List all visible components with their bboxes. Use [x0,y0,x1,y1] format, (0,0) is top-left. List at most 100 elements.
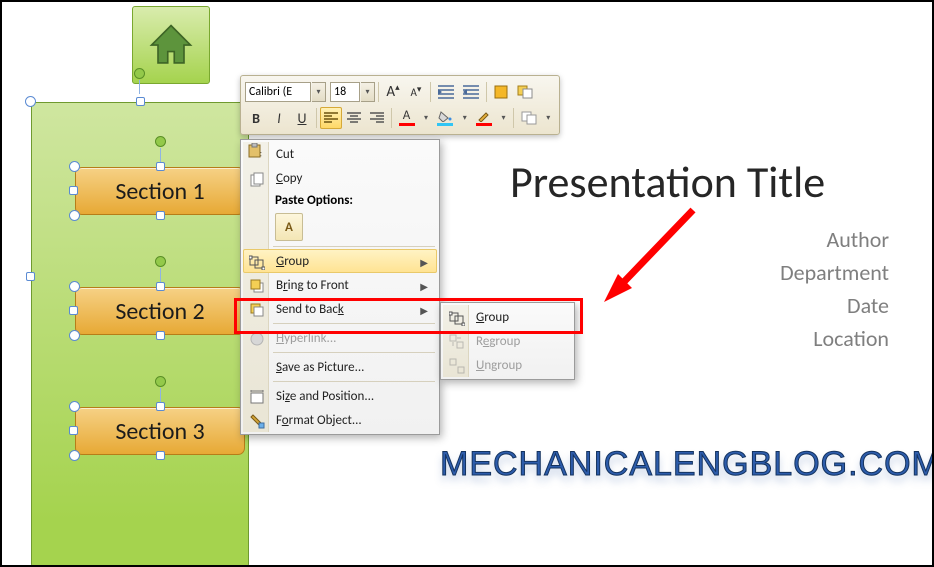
submenu-arrow-icon: ▶ [420,280,428,293]
separator [391,108,392,128]
menu-separator [273,352,435,353]
group-icon [248,253,266,271]
section-1-handle-s[interactable] [156,211,165,220]
annotation-arrow [598,198,708,308]
format-icon [248,412,266,430]
align-left-button[interactable] [320,107,342,129]
section-3-label: Section 3 [115,417,204,446]
hyperlink-icon [248,330,266,348]
arrange-split-button[interactable] [517,107,540,129]
resize-handle-w[interactable] [26,272,35,281]
increase-indent-button[interactable] [459,81,483,103]
menu-hyperlink: Hyperlink... [243,326,437,350]
font-color-button[interactable]: A [395,107,418,129]
section-3-rotation[interactable] [155,376,166,387]
arrange-dropdown[interactable]: ▾ [542,108,555,128]
menu-cut[interactable]: ✂ Cut [243,142,437,166]
separator [513,108,514,128]
submenu-regroup: Regroup [443,329,572,353]
section-2-handle-s[interactable] [156,331,165,340]
pen-icon [477,111,491,122]
font-size-combo[interactable]: 18 [330,82,360,102]
section-2-handle-w[interactable] [69,306,78,315]
font-size-dropdown[interactable]: ▾ [361,82,375,102]
selected-shapes-group[interactable]: Section 1 Section 2 Section 3 [31,102,249,567]
section-3-shape[interactable]: Section 3 [75,407,245,455]
section-3-handle-nw[interactable] [69,401,80,412]
meta-date: Date [780,289,889,322]
section-3-handle-s[interactable] [156,451,165,460]
grow-font-button[interactable]: A▴ [382,81,404,103]
align-center-button[interactable] [343,107,365,129]
align-left-icon [324,112,338,124]
menu-separator [273,323,435,324]
align-right-icon [370,112,384,124]
underline-button[interactable]: U [291,107,313,129]
send-back-icon [248,301,266,319]
section-1-shape[interactable]: Section 1 [75,167,245,215]
section-1-handle-nw[interactable] [69,161,80,172]
align-center-icon [347,112,361,124]
font-name-dropdown[interactable]: ▾ [312,82,326,102]
home-icon [145,19,197,71]
section-1-rot-line [160,148,161,162]
align-right-button[interactable] [366,107,388,129]
menu-group[interactable]: Group ▶ [243,249,437,273]
section-2-handle-sw[interactable] [69,330,80,341]
arrange-icon [517,85,533,99]
menu-copy[interactable]: Copy [243,166,437,190]
decrease-indent-button[interactable] [434,81,458,103]
resize-handle-nw[interactable] [25,96,36,107]
section-2-shape[interactable]: Section 2 [75,287,245,335]
section-1-handle-n[interactable] [156,162,165,171]
separator [316,108,317,128]
section-3-handle-n[interactable] [156,402,165,411]
paste-options-row: A [243,210,437,244]
rotation-handle[interactable] [134,68,145,79]
shape-outline-dropdown[interactable]: ▾ [497,108,510,128]
section-2-rot-line [160,268,161,282]
menu-format-object[interactable]: Format Object... [243,408,437,432]
menu-separator [273,246,435,247]
separator [378,82,379,102]
section-2-rotation[interactable] [155,256,166,267]
section-3-handle-w[interactable] [69,426,78,435]
submenu-group[interactable]: Group [443,305,572,329]
section-1-label: Section 1 [115,177,204,206]
slide-subtitle-placeholder[interactable]: Author Department Date Location [780,223,889,355]
section-1-handle-w[interactable] [69,186,78,195]
font-color-dropdown[interactable]: ▾ [419,108,432,128]
bucket-icon [494,85,508,99]
meta-author: Author [780,223,889,256]
bold-button[interactable]: B [245,107,267,129]
slide-title-placeholder[interactable]: Presentation Title [510,155,825,209]
menu-save-as-picture[interactable]: Save as Picture... [243,355,437,379]
bring-front-icon [248,277,266,295]
section-1-handle-sw[interactable] [69,210,80,221]
menu-bring-to-front[interactable]: Bring to Front ▶ [243,273,437,297]
menu-separator [273,381,435,382]
paste-keep-formatting[interactable]: A [275,213,303,241]
arrange-button[interactable] [513,81,537,103]
regroup-icon [448,333,466,351]
shape-outline-button[interactable] [472,107,495,129]
shape-fill-color-button[interactable] [434,107,457,129]
section-2-handle-n[interactable] [156,282,165,291]
section-1-rotation[interactable] [155,136,166,147]
shape-fill-dropdown[interactable]: ▾ [458,108,471,128]
resize-handle-n[interactable] [136,97,145,106]
arrange-icon [521,111,536,125]
paste-options-label: Paste Options: [243,190,437,210]
menu-send-to-back[interactable]: Send to Back ▶ [243,297,437,321]
italic-button[interactable]: I [268,107,290,129]
shrink-font-button[interactable]: A▾ [405,81,427,103]
font-name-combo[interactable]: Calibri (E [245,82,311,102]
menu-size-position[interactable]: Size and Position... [243,384,437,408]
section-2-handle-nw[interactable] [69,281,80,292]
section-3-handle-sw[interactable] [69,450,80,461]
watermark-text: MECHANICALENGBLOG.COM [440,445,934,484]
shape-fill-button[interactable] [490,81,512,103]
copy-icon [248,170,266,188]
rotation-connector [139,80,140,94]
ungroup-icon [448,357,466,375]
